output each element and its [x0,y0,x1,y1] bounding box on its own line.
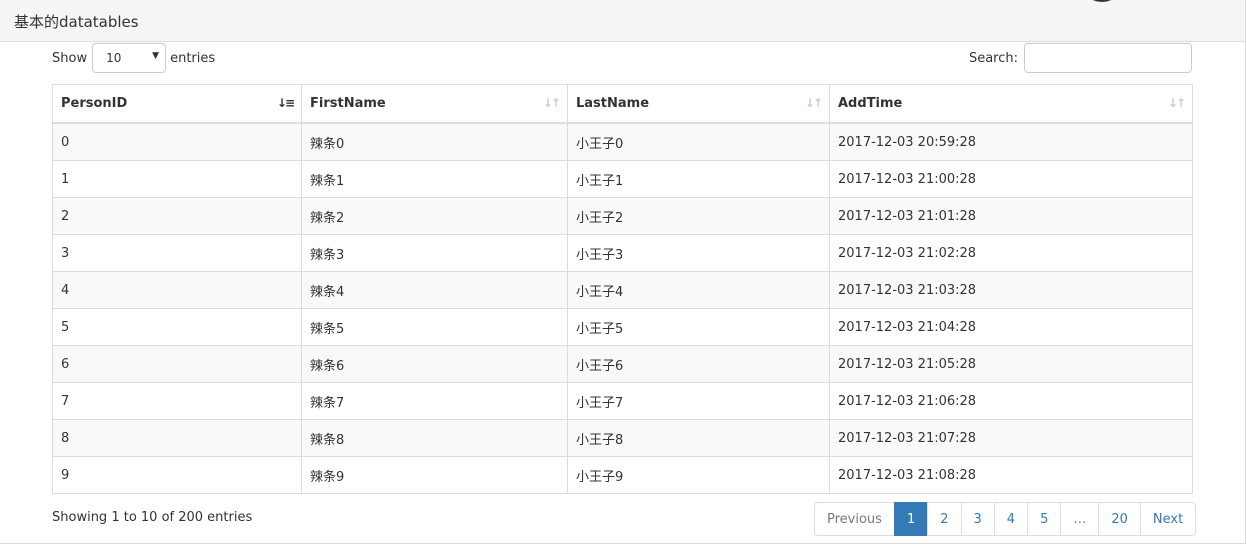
cell-firstname: 辣条2 [301,197,568,235]
cell-addtime: 2017-12-03 21:03:28 [829,271,1193,309]
data-table: PersonID ↓≡ FirstName ↓↑ LastName ↓↑ Add… [52,84,1193,494]
page-button-4[interactable]: 4 [993,502,1029,536]
cell-personid: 2 [52,197,302,235]
cell-lastname: 小王子2 [567,197,830,235]
panel-heading: 基本的datatables [0,0,1246,42]
cell-addtime: 2017-12-03 21:07:28 [829,419,1193,457]
page-button-3[interactable]: 3 [960,502,995,536]
sort-both-icon: ↓↑ [1167,96,1186,110]
cell-addtime: 2017-12-03 20:59:28 [829,122,1193,161]
table-row: 9 辣条9 小王子9 2017-12-03 21:08:28 [52,456,1193,494]
cell-personid: 5 [52,308,302,346]
length-label-before: Show [52,50,88,66]
table-row: 3 辣条3 小王子3 2017-12-03 21:02:28 [52,234,1193,272]
caret-down-icon: ▼ [152,51,160,61]
column-header-label: AddTime [838,96,903,111]
cell-addtime: 2017-12-03 21:00:28 [829,160,1193,198]
cell-lastname: 小王子8 [567,419,830,457]
table-row: 2 辣条2 小王子2 2017-12-03 21:01:28 [52,197,1193,235]
table-row: 8 辣条8 小王子8 2017-12-03 21:07:28 [52,419,1193,457]
column-header-label: LastName [576,96,650,111]
entries-select[interactable]: 10 ▼ [92,43,167,73]
cell-firstname: 辣条0 [301,122,568,161]
cell-firstname: 辣条9 [301,456,568,494]
pagination-ellipsis: … [1060,502,1100,536]
cell-firstname: 辣条5 [301,308,568,346]
page-button-1[interactable]: 1 [893,502,929,536]
cell-personid: 0 [52,122,302,161]
cell-lastname: 小王子6 [567,345,830,383]
previous-button[interactable]: Previous [814,502,895,536]
cell-firstname: 辣条3 [301,234,568,272]
table-row: 6 辣条6 小王子6 2017-12-03 21:05:28 [52,345,1193,383]
sort-both-icon: ↓↑ [542,96,561,110]
cell-addtime: 2017-12-03 21:04:28 [829,308,1193,346]
cell-firstname: 辣条1 [301,160,568,198]
panel-border-right [1245,41,1246,543]
sort-both-icon: ↓↑ [804,96,823,110]
panel-border-bottom [0,543,1246,544]
cell-lastname: 小王子5 [567,308,830,346]
table-row: 4 辣条4 小王子4 2017-12-03 21:03:28 [52,271,1193,309]
page-button-20[interactable]: 20 [1098,502,1141,536]
pagination: Previous 1 2 3 4 5 … 20 Next [814,502,1197,536]
table-info: Showing 1 to 10 of 200 entries [52,510,253,525]
page-button-5[interactable]: 5 [1027,502,1062,536]
cell-lastname: 小王子0 [567,122,830,161]
cell-lastname: 小王子4 [567,271,830,309]
cell-firstname: 辣条6 [301,345,568,383]
page-title: 基本的datatables [14,13,139,31]
length-control: Show 10 ▼ entries [52,43,215,73]
cell-lastname: 小王子3 [567,234,830,272]
cell-personid: 6 [52,345,302,383]
cell-lastname: 小王子7 [567,382,830,420]
cell-firstname: 辣条7 [301,382,568,420]
cell-lastname: 小王子9 [567,456,830,494]
cell-addtime: 2017-12-03 21:02:28 [829,234,1193,272]
search-input[interactable] [1024,43,1192,73]
cell-addtime: 2017-12-03 21:06:28 [829,382,1193,420]
table-row: 5 辣条5 小王子5 2017-12-03 21:04:28 [52,308,1193,346]
table-row: 1 辣条1 小王子1 2017-12-03 21:00:28 [52,160,1193,198]
circle-decoration [1080,0,1124,2]
column-header-lastname[interactable]: LastName ↓↑ [567,84,830,124]
sort-ascending-icon: ↓≡ [276,96,295,110]
column-header-label: FirstName [310,96,386,111]
page-button-2[interactable]: 2 [927,502,962,536]
column-header-firstname[interactable]: FirstName ↓↑ [301,84,568,124]
cell-personid: 3 [52,234,302,272]
column-header-personid[interactable]: PersonID ↓≡ [52,84,302,124]
search-label: Search: [968,50,1018,66]
table-header-row: PersonID ↓≡ FirstName ↓↑ LastName ↓↑ Add… [52,84,1193,124]
column-header-label: PersonID [61,96,128,111]
search-control: Search: [969,43,1192,73]
next-button[interactable]: Next [1139,502,1197,536]
cell-lastname: 小王子1 [567,160,830,198]
cell-addtime: 2017-12-03 21:01:28 [829,197,1193,235]
length-label-after: entries [170,50,216,66]
table-row: 0 辣条0 小王子0 2017-12-03 20:59:28 [52,122,1193,161]
cell-personid: 1 [52,160,302,198]
cell-personid: 9 [52,456,302,494]
cell-firstname: 辣条4 [301,271,568,309]
table-row: 7 辣条7 小王子7 2017-12-03 21:06:28 [52,382,1193,420]
cell-personid: 7 [52,382,302,420]
cell-personid: 4 [52,271,302,309]
cell-addtime: 2017-12-03 21:05:28 [829,345,1193,383]
entries-select-value: 10 [106,51,122,65]
cell-firstname: 辣条8 [301,419,568,457]
cell-addtime: 2017-12-03 21:08:28 [829,456,1193,494]
cell-personid: 8 [52,419,302,457]
column-header-addtime[interactable]: AddTime ↓↑ [829,84,1193,124]
